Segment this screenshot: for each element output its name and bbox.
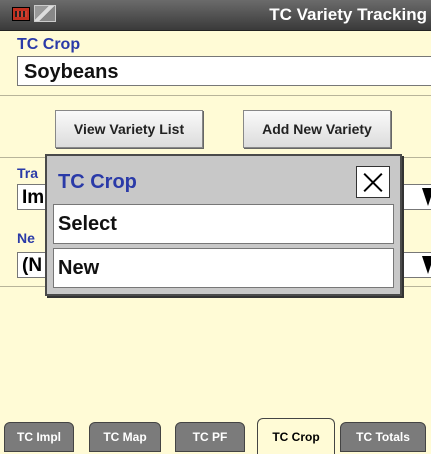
field-label-tra: Tra	[17, 165, 39, 181]
tra-value: Im	[22, 187, 45, 208]
tab-bar: TC Impl TC Map TC PF TC Crop TC Totals	[0, 418, 431, 454]
tab-tc-map[interactable]: TC Map	[89, 422, 161, 452]
view-variety-list-button[interactable]: View Variety List	[55, 110, 203, 148]
map-icon	[34, 5, 56, 22]
tab-tc-impl[interactable]: TC Impl	[4, 422, 74, 452]
title-bar: TC Variety Tracking	[0, 0, 431, 31]
page-title: TC Variety Tracking	[269, 5, 427, 24]
tab-tc-totals[interactable]: TC Totals	[340, 422, 426, 452]
popup-option-new[interactable]: New	[53, 248, 394, 288]
crop-popup-dialog: TC Crop Select New	[45, 154, 402, 296]
popup-title: TC Crop	[58, 171, 137, 193]
crop-label: TC Crop	[17, 36, 81, 53]
crop-value: Soybeans	[24, 61, 119, 83]
divider	[0, 95, 431, 96]
chevron-down-icon[interactable]	[420, 185, 431, 209]
add-new-variety-button[interactable]: Add New Variety	[243, 110, 391, 148]
implement-status-icon	[12, 7, 30, 21]
tab-tc-pf[interactable]: TC PF	[175, 422, 245, 452]
popup-option-select[interactable]: Select	[53, 204, 394, 244]
ne-value: (N	[22, 255, 43, 276]
chevron-down-icon[interactable]	[420, 253, 431, 277]
crop-field[interactable]: Soybeans	[17, 56, 431, 86]
close-icon[interactable]	[356, 166, 390, 198]
field-label-ne: Ne	[17, 230, 35, 246]
tab-tc-crop[interactable]: TC Crop	[257, 418, 335, 454]
